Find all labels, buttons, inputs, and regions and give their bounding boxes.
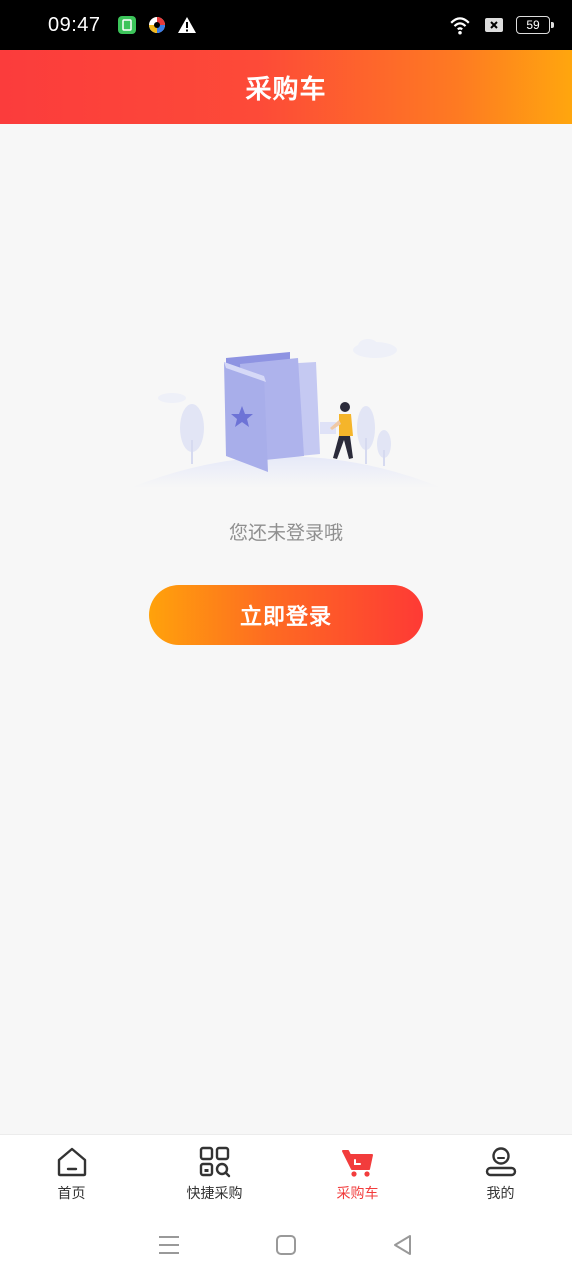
tab-label: 快捷采购	[186, 1186, 243, 1202]
status-bar: 09:47 59	[0, 0, 572, 50]
user-icon	[485, 1147, 516, 1177]
not-logged-in-message: 您还未登录哦	[228, 522, 343, 544]
page-title: 采购车	[245, 74, 327, 105]
tab-mine[interactable]: 我的	[429, 1135, 572, 1210]
empty-cart-illustration	[130, 339, 442, 488]
status-right: 59	[448, 14, 554, 36]
notification-icons	[117, 15, 197, 35]
home-icon	[57, 1147, 86, 1177]
bottom-tab-bar: 首页 快捷采购 采购车 我的	[0, 1134, 572, 1210]
sim-off-icon	[485, 18, 503, 32]
battery-icon: 59	[516, 16, 554, 34]
tab-label: 采购车	[336, 1186, 379, 1202]
battery-level: 59	[526, 18, 540, 32]
page-header: 采购车	[0, 50, 572, 124]
warning-icon	[177, 17, 196, 33]
wifi-icon	[450, 17, 470, 35]
system-nav-bar	[0, 1210, 572, 1280]
tab-cart[interactable]: 采购车	[286, 1135, 429, 1210]
tab-quick-purchase[interactable]: 快捷采购	[143, 1135, 286, 1210]
tab-label: 我的	[486, 1186, 515, 1202]
menu-icon[interactable]	[156, 1232, 182, 1258]
status-time: 09:47	[48, 13, 101, 36]
app-notification-icon	[117, 16, 136, 34]
qr-scan-icon	[199, 1146, 230, 1178]
tab-home[interactable]: 首页	[0, 1135, 143, 1210]
login-now-button[interactable]: 立即登录	[149, 585, 423, 645]
tab-label: 首页	[57, 1186, 86, 1202]
home-square-icon[interactable]	[273, 1232, 299, 1258]
app-logo-notification-icon	[148, 17, 165, 33]
cart-icon	[341, 1150, 373, 1177]
back-icon[interactable]	[390, 1232, 416, 1258]
